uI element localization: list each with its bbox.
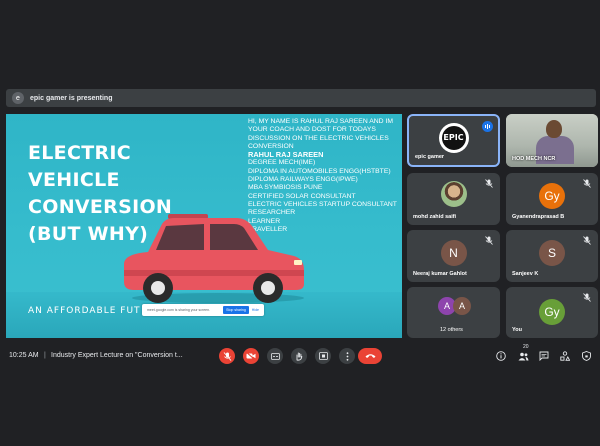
people-icon: [518, 352, 528, 360]
participant-name: You: [512, 327, 522, 333]
chat-icon: [539, 351, 549, 361]
participant-tile[interactable]: HOD MECH NCR: [506, 114, 598, 167]
others-tile[interactable]: A A 12 others: [407, 287, 500, 338]
closed-captions-icon: [270, 352, 280, 360]
shield-lock-icon: [581, 351, 591, 361]
host-controls-button[interactable]: [580, 350, 592, 362]
participant-tile[interactable]: N Neeraj kumar Gahlot: [407, 230, 500, 282]
sharing-message: meet.google.com is sharing your screen.: [147, 308, 211, 312]
camera-off-button[interactable]: [243, 348, 259, 364]
mic-off-icon: [485, 179, 493, 188]
participant-tile[interactable]: EPIC epic gamer: [407, 114, 500, 167]
bio-item: MBA SYMBIOSIS PUNE: [248, 184, 323, 192]
presenting-text: epic gamer is presenting: [30, 94, 113, 102]
hand-icon: [296, 352, 303, 361]
person-head: [546, 120, 562, 138]
participant-name: epic gamer: [415, 154, 445, 160]
bio-item: DIPLOMA RAILWAYS ENGG(IPWE): [248, 176, 358, 184]
activities-button[interactable]: [559, 350, 571, 362]
participant-tile[interactable]: mohd zahid saifi: [407, 173, 500, 225]
present-button[interactable]: [315, 348, 331, 364]
slide-title-line: ELECTRIC: [28, 142, 132, 164]
chat-button[interactable]: [538, 350, 550, 362]
others-count: 12 others: [440, 327, 463, 333]
participant-avatar: N: [440, 240, 467, 266]
hide-button[interactable]: Hide: [252, 308, 259, 312]
self-tile[interactable]: Gy You: [506, 287, 598, 338]
bio-item: ELECTRIC VEHICLES STARTUP CONSULTANT: [248, 200, 397, 208]
participant-name: mohd zahid saifi: [413, 214, 457, 220]
participant-name: Neeraj kumar Gahlot: [413, 271, 467, 277]
bio-item: DEGREE MECH(IME): [248, 159, 316, 167]
present-screen-icon: [318, 352, 328, 360]
sharing-notification: meet.google.com is sharing your screen. …: [142, 304, 264, 316]
more-vert-icon: [346, 351, 348, 361]
mic-off-icon: [583, 179, 591, 188]
bio-item: DIPLOMA IN AUTOMOBILES ENGG(HSTBTE): [248, 167, 391, 175]
bio-name: RAHUL RAJ SAREEN: [248, 150, 324, 160]
participant-name: Sanjeev K: [512, 271, 539, 277]
slide-title-line: VEHICLE: [28, 169, 120, 191]
shared-screen: ELECTRIC VEHICLE CONVERSION (BUT WHY) HI…: [6, 114, 402, 338]
bottom-bar: 10:25 AM | Industry Expert Lecture on "C…: [0, 344, 600, 368]
meeting-details-button[interactable]: [495, 350, 507, 362]
participant-avatar: S: [539, 240, 565, 266]
clock: 10:25 AM: [9, 352, 39, 359]
participant-name: Gyanendraprasad B: [512, 214, 565, 220]
car-illustration: [124, 214, 304, 303]
presenter-avatar: e: [12, 92, 24, 104]
mic-off-icon: [583, 293, 591, 302]
speaking-indicator-icon: [482, 121, 493, 132]
presenting-bar: e epic gamer is presenting: [6, 89, 596, 107]
bio-item: CERTIFIED SOLAR CONSULTANT: [248, 192, 356, 200]
bio-intro: HI, MY NAME IS RAHUL RAJ SAREEN AND IM Y…: [248, 118, 394, 150]
separator: |: [44, 352, 46, 359]
people-button[interactable]: [517, 350, 529, 362]
stop-sharing-button[interactable]: Stop sharing: [223, 306, 249, 314]
participant-avatar: Gy: [539, 183, 565, 209]
epic-logo: EPIC: [438, 122, 469, 153]
raise-hand-button[interactable]: [291, 348, 307, 364]
mic-off-button[interactable]: [219, 348, 235, 364]
participant-tile[interactable]: Gy Gyanendraprasad B: [506, 173, 598, 225]
end-call-icon: [365, 354, 375, 358]
participant-name: HOD MECH NCR: [512, 156, 556, 162]
camera-off-icon: [246, 352, 256, 360]
mic-off-icon: [485, 236, 493, 245]
activities-icon: [560, 351, 570, 361]
leave-call-button[interactable]: [358, 348, 382, 364]
info-icon: [496, 351, 506, 361]
captions-button[interactable]: [267, 348, 283, 364]
more-options-button[interactable]: [339, 348, 355, 364]
participant-photo: [440, 181, 467, 207]
meeting-title[interactable]: Industry Expert Lecture on "Conversion t…: [51, 352, 183, 359]
self-avatar: Gy: [539, 298, 565, 325]
participant-tile[interactable]: S Sanjeev K: [506, 230, 598, 282]
slide-tagline: AN AFFORDABLE FUT: [28, 306, 141, 316]
participant-avatar: A: [453, 296, 471, 315]
mic-off-icon: [223, 351, 231, 361]
mic-off-icon: [583, 236, 591, 245]
logo-text: EPIC: [441, 125, 466, 150]
